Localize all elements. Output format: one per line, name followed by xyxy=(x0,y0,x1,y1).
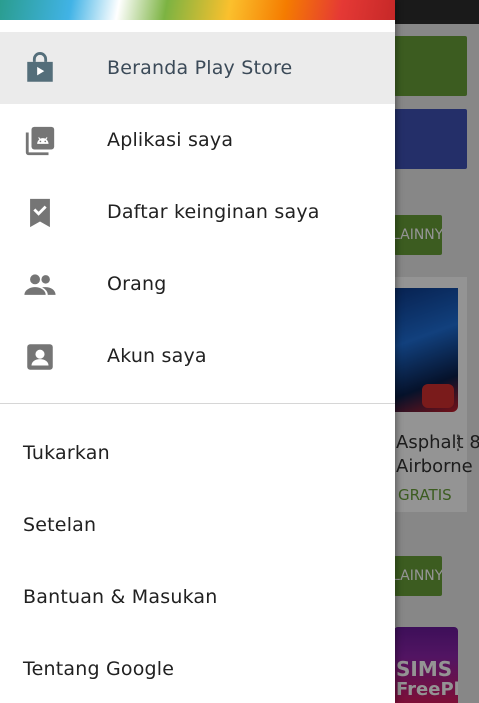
menu-item-label: Aplikasi saya xyxy=(107,129,234,151)
my-apps-icon xyxy=(23,124,57,158)
menu-item-redeem[interactable]: Tukarkan xyxy=(0,417,395,489)
menu-item-label: Akun saya xyxy=(107,345,207,367)
menu-item-label: Tukarkan xyxy=(23,442,110,464)
menu-item-label: Setelan xyxy=(23,514,97,536)
drawer-divider xyxy=(0,403,395,404)
people-icon xyxy=(23,268,57,302)
menu-item-label: Orang xyxy=(107,273,167,295)
menu-item-my-apps[interactable]: Aplikasi saya xyxy=(0,104,395,176)
store-bag-icon xyxy=(23,52,57,86)
menu-item-play-store-home[interactable]: Beranda Play Store xyxy=(0,32,395,104)
menu-item-my-account[interactable]: Akun saya xyxy=(0,320,395,392)
menu-item-label: Daftar keinginan saya xyxy=(107,201,320,223)
menu-item-label: Beranda Play Store xyxy=(107,57,293,79)
navigation-drawer: Beranda Play Store Aplikasi saya Daftar … xyxy=(0,0,395,703)
menu-item-people[interactable]: Orang xyxy=(0,248,395,320)
menu-item-help-feedback[interactable]: Bantuan & Masukan xyxy=(0,561,395,633)
menu-item-wishlist[interactable]: Daftar keinginan saya xyxy=(0,176,395,248)
menu-item-label: Tentang Google xyxy=(23,658,175,680)
menu-item-label: Bantuan & Masukan xyxy=(23,586,218,608)
account-icon xyxy=(23,340,57,374)
drawer-header-banner xyxy=(0,0,395,20)
menu-item-about-google[interactable]: Tentang Google xyxy=(0,633,395,703)
menu-item-settings[interactable]: Setelan xyxy=(0,489,395,561)
wishlist-bookmark-icon xyxy=(23,196,57,230)
